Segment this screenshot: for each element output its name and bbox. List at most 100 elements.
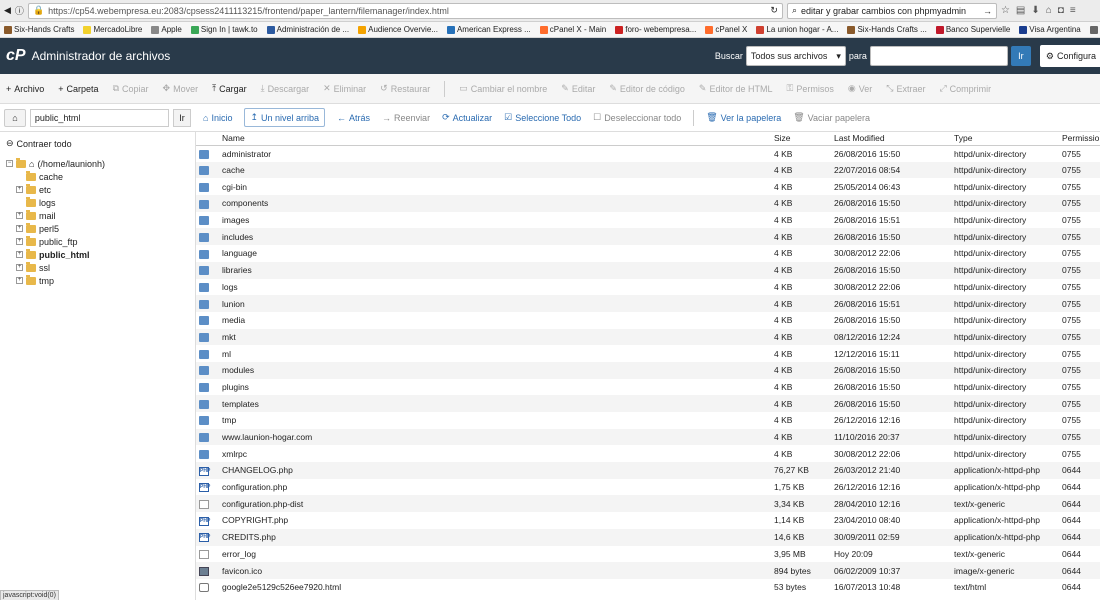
column-header-permissions[interactable]: Permissio bbox=[1059, 132, 1100, 146]
file-name[interactable]: COPYRIGHT.php bbox=[219, 512, 771, 529]
tree-item[interactable]: + mail bbox=[6, 209, 189, 222]
file-permissions[interactable]: 0755 bbox=[1059, 395, 1100, 412]
file-permissions[interactable]: 0755 bbox=[1059, 312, 1100, 329]
search-input[interactable] bbox=[869, 46, 1008, 66]
collapse-all-button[interactable]: ⊖ Contraer todo bbox=[6, 138, 189, 149]
search-scope-select[interactable]: Todos sus archivos ▾ bbox=[745, 46, 846, 66]
file-permissions[interactable]: 0755 bbox=[1059, 361, 1100, 379]
expand-icon[interactable]: + bbox=[16, 186, 23, 193]
file-name[interactable]: tmp bbox=[219, 412, 771, 429]
file-permissions[interactable]: 0644 bbox=[1059, 479, 1100, 496]
file-permissions[interactable]: 0755 bbox=[1059, 379, 1100, 396]
toolbar-button[interactable]: ✕ Eliminar bbox=[323, 83, 366, 94]
file-permissions[interactable]: 0644 bbox=[1059, 528, 1100, 546]
file-permissions[interactable]: 0755 bbox=[1059, 228, 1100, 246]
bookmark-item[interactable]: Six-Hands Crafts ... bbox=[847, 25, 927, 34]
clipboard-icon[interactable]: ▤ bbox=[1016, 5, 1025, 16]
toolbar-button[interactable]: ✎ Editor de código bbox=[609, 83, 685, 94]
table-row[interactable]: ml 4 KB 12/12/2016 15:11 httpd/unix-directo… bbox=[196, 345, 1100, 362]
tree-root[interactable]: − ⌂ (/home/launionh) bbox=[6, 157, 189, 170]
file-name[interactable]: includes bbox=[219, 228, 771, 246]
table-row[interactable]: xmlrpc 4 KB 30/08/2012 22:06 httpd/unix-dir… bbox=[196, 445, 1100, 462]
table-row[interactable]: media 4 KB 26/08/2016 15:50 httpd/unix-dire… bbox=[196, 312, 1100, 329]
file-name[interactable]: lunion bbox=[219, 295, 771, 312]
table-row[interactable]: logs 4 KB 30/08/2012 22:06 httpd/unix-direc… bbox=[196, 279, 1100, 296]
file-permissions[interactable]: 0755 bbox=[1059, 428, 1100, 446]
table-row[interactable]: www.launion-hogar.com 4 KB 11/10/2016 20:3… bbox=[196, 428, 1100, 446]
tree-item[interactable]: + public_ftp bbox=[6, 235, 189, 248]
toolbar-button[interactable]: ↺ Restaurar bbox=[380, 83, 430, 94]
file-name[interactable]: logs bbox=[219, 279, 771, 296]
browser-search[interactable]: ⌕ editar y grabar cambios con phpmyadmin… bbox=[786, 2, 997, 19]
file-name[interactable]: www.launion-hogar.com bbox=[219, 428, 771, 446]
bookmark-item[interactable]: Banco Supervielle bbox=[935, 25, 1010, 34]
bookmark-item[interactable]: Visa Argentina bbox=[1019, 25, 1081, 34]
bookmark-item[interactable]: Most Visited bbox=[1089, 25, 1100, 34]
file-permissions[interactable]: 0755 bbox=[1059, 195, 1100, 212]
bookmark-item[interactable]: Audience Overvie... bbox=[358, 25, 438, 34]
file-name[interactable]: google2e5129c526ee7920.html bbox=[219, 579, 771, 596]
file-permissions[interactable]: 0755 bbox=[1059, 412, 1100, 429]
tree-item[interactable]: logs bbox=[6, 196, 189, 209]
tree-item[interactable]: + ssl bbox=[6, 261, 189, 274]
file-name[interactable]: configuration.php-dist bbox=[219, 495, 771, 513]
column-header-size[interactable]: Size bbox=[771, 132, 831, 146]
toolbar-button[interactable]: ⚿ Permisos bbox=[787, 83, 834, 94]
toolbar-button[interactable]: + Archivo bbox=[6, 84, 44, 94]
file-name[interactable]: error_log bbox=[219, 546, 771, 563]
file-name[interactable]: mkt bbox=[219, 328, 771, 346]
file-name[interactable]: favicon.ico bbox=[219, 562, 771, 579]
toolbar-button[interactable]: ⤢ Comprimir bbox=[939, 83, 991, 94]
table-row[interactable]: templates 4 KB 26/08/2016 15:50 httpd/unix-… bbox=[196, 395, 1100, 412]
table-row[interactable]: PHP COPYRIGHT.php 1,14 KB 23/04/2010 08:40 a… bbox=[196, 512, 1100, 529]
url-bar[interactable]: 🔒 https://cp54.webempresa.eu:2083/cpsess… bbox=[27, 2, 783, 19]
table-row[interactable]: includes 4 KB 26/08/2016 15:50 httpd/unix-d… bbox=[196, 228, 1100, 246]
table-row[interactable]: configuration.php-dist 3,34 KB 28/04/2010 … bbox=[196, 495, 1100, 513]
file-name[interactable]: xmlrpc bbox=[219, 445, 771, 462]
toolbar-button[interactable]: ⧉ Copiar bbox=[113, 83, 149, 94]
expand-icon[interactable]: + bbox=[16, 264, 23, 271]
toolbar-button[interactable]: ✥ Mover bbox=[163, 83, 199, 94]
download-icon[interactable]: ⬇ bbox=[1031, 5, 1039, 16]
file-permissions[interactable]: 0755 bbox=[1059, 212, 1100, 229]
table-row[interactable]: images 4 KB 26/08/2016 15:51 httpd/unix-dir… bbox=[196, 212, 1100, 229]
table-row[interactable]: mkt 4 KB 08/12/2016 12:24 httpd/unix-direct… bbox=[196, 328, 1100, 346]
nav-button[interactable]: ⌂ Inicio bbox=[203, 113, 232, 123]
bookmark-item[interactable]: MercadoLibre bbox=[83, 25, 142, 34]
cpanel-logo[interactable]: cP bbox=[6, 47, 26, 65]
table-row[interactable]: administrator 4 KB 26/08/2016 15:50 httpd/u… bbox=[196, 145, 1100, 162]
expand-icon[interactable]: + bbox=[16, 238, 23, 245]
nav-button[interactable]: ⟳ Actualizar bbox=[442, 112, 492, 123]
table-row[interactable]: error_log 3,95 MB Hoy 20:09 text/x-generic 0… bbox=[196, 546, 1100, 563]
path-input[interactable]: public_html bbox=[29, 108, 170, 127]
file-name[interactable]: CREDITS.php bbox=[219, 528, 771, 546]
toolbar-button[interactable]: ◉ Ver bbox=[848, 83, 872, 94]
file-name[interactable]: libraries bbox=[219, 261, 771, 279]
file-name[interactable]: CHANGELOG.php bbox=[219, 462, 771, 479]
file-name[interactable]: configuration.php bbox=[219, 479, 771, 496]
file-permissions[interactable]: 0644 bbox=[1059, 562, 1100, 579]
column-header-name[interactable]: Name bbox=[219, 132, 771, 146]
bookmark-item[interactable]: Administración de ... bbox=[266, 25, 349, 34]
table-row[interactable]: cache 4 KB 22/07/2016 08:54 httpd/unix-dire… bbox=[196, 161, 1100, 179]
path-go-button[interactable]: Ir bbox=[173, 108, 191, 127]
file-name[interactable]: cache bbox=[219, 161, 771, 179]
bookmark-item[interactable]: American Express ... bbox=[446, 25, 531, 34]
tree-item[interactable]: cache bbox=[6, 170, 189, 183]
file-name[interactable]: media bbox=[219, 312, 771, 329]
toolbar-button[interactable]: ⤒ Cargar bbox=[212, 83, 247, 94]
home-button[interactable]: ⌂ bbox=[4, 108, 26, 127]
table-row[interactable]: PHP CHANGELOG.php 76,27 KB 26/03/2012 21:40… bbox=[196, 462, 1100, 479]
tree-item[interactable]: + perl5 bbox=[6, 222, 189, 235]
file-permissions[interactable]: 0644 bbox=[1059, 579, 1100, 596]
toolbar-button[interactable]: ⤡ Extraer bbox=[886, 83, 925, 94]
column-header-modified[interactable]: Last Modified bbox=[831, 132, 951, 146]
file-permissions[interactable]: 0755 bbox=[1059, 261, 1100, 279]
file-permissions[interactable]: 0755 bbox=[1059, 161, 1100, 179]
pocket-icon[interactable]: ◘ bbox=[1058, 5, 1064, 16]
table-row[interactable]: modules 4 KB 26/08/2016 15:50 httpd/unix-di… bbox=[196, 361, 1100, 379]
file-permissions[interactable]: 0755 bbox=[1059, 345, 1100, 362]
file-permissions[interactable]: 0755 bbox=[1059, 245, 1100, 262]
expand-icon[interactable]: + bbox=[16, 251, 23, 258]
file-name[interactable]: plugins bbox=[219, 379, 771, 396]
